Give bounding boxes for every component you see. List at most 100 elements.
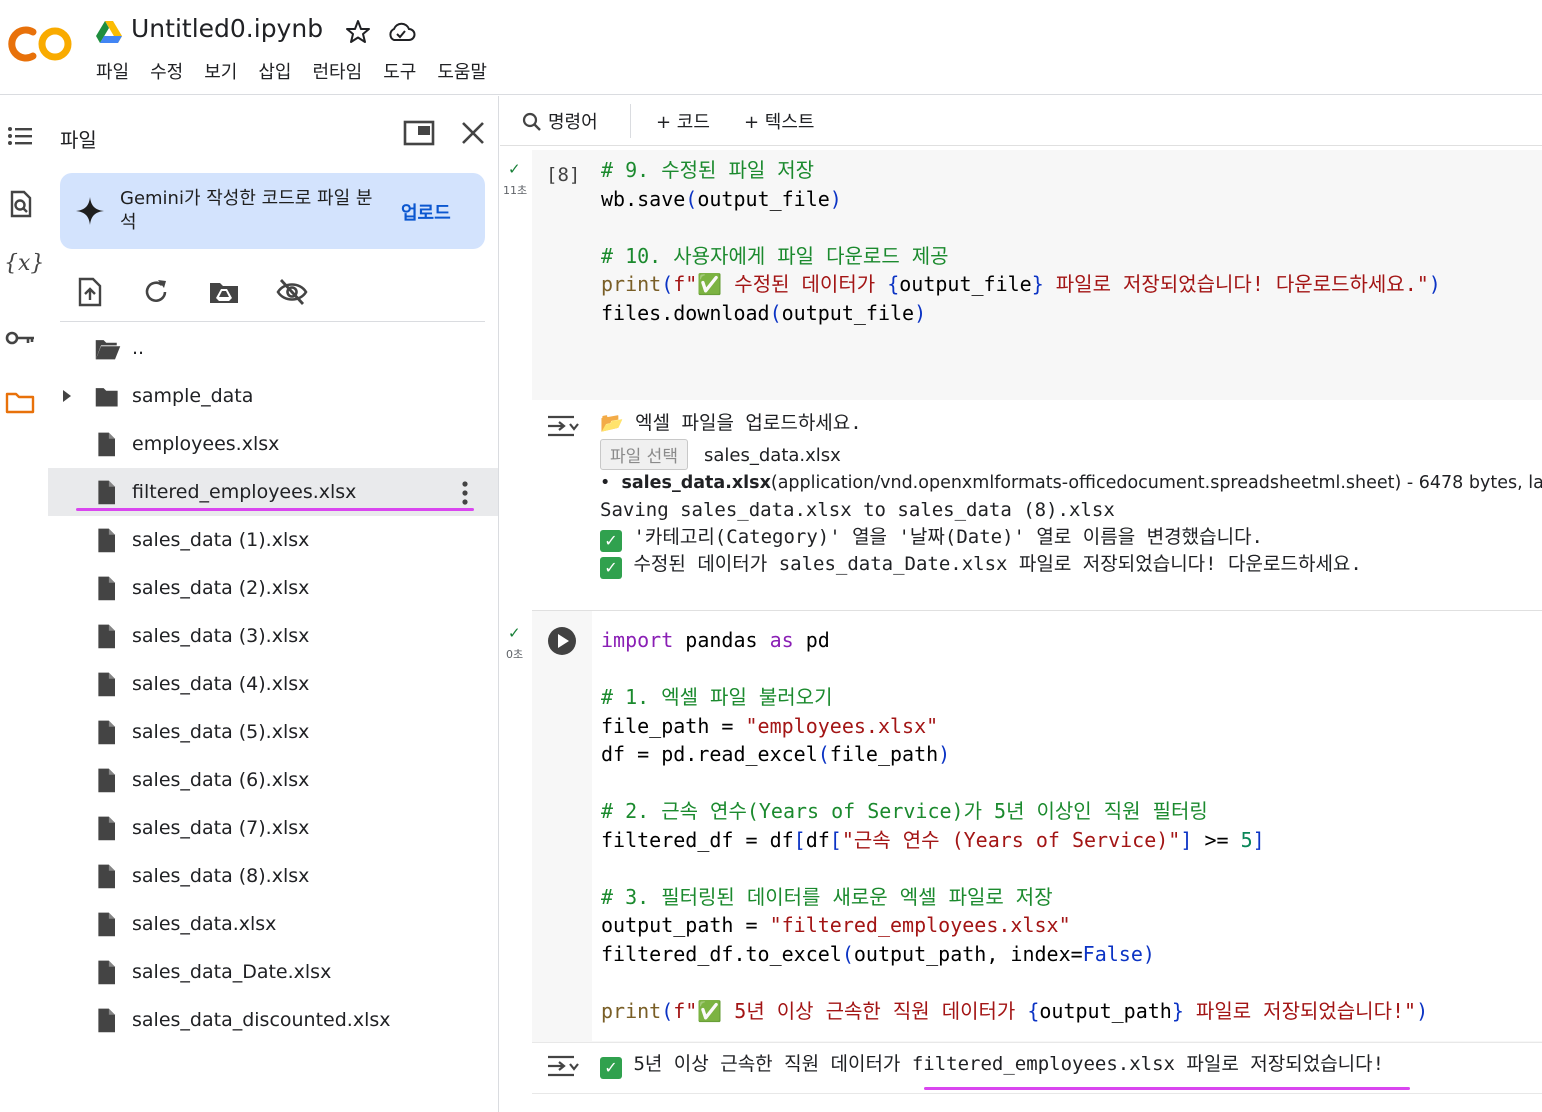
commands-button[interactable]: 명령어 (548, 108, 598, 134)
code-string: f"✅ 5년 이상 근속한 직원 데이터가 (673, 998, 1028, 1023)
code-token: wb.save (601, 186, 686, 211)
mount-drive-icon[interactable] (208, 276, 240, 308)
code-token: ) (938, 742, 951, 766)
file-item[interactable]: employees.xlsx (48, 420, 498, 468)
file-item[interactable]: sales_data (3).xlsx (48, 612, 498, 660)
star-icon[interactable] (344, 18, 372, 46)
menu-tools[interactable]: 도구 (383, 58, 416, 84)
code-token: ( (685, 186, 698, 211)
menu-edit[interactable]: 수정 (150, 58, 183, 84)
file-item[interactable]: sales_data.xlsx (48, 900, 498, 948)
cell-1-output-line: Saving sales_data.xlsx to sales_data (8)… (600, 499, 1115, 521)
cell-1-code[interactable]: # 9. 수정된 파일 저장 wb.save(output_file) # 10… (601, 156, 1441, 327)
code-string: 파일로 저장되었습니다! 다운로드하세요." (1043, 272, 1429, 296)
file-item[interactable]: sales_data (4).xlsx (48, 660, 498, 708)
run-cell-button[interactable] (547, 626, 577, 656)
code-comment: # 3. 필터링된 데이터를 새로운 엑셀 파일로 저장 (601, 884, 1053, 909)
file-name: sales_data (8).xlsx (132, 865, 310, 887)
folder-item[interactable]: sample_data (48, 372, 498, 420)
toolbar-divider (630, 104, 631, 138)
code-token: files.download (601, 300, 770, 325)
file-item[interactable]: sales_data_discounted.xlsx (48, 996, 498, 1044)
file-item[interactable]: sales_data_Date.xlsx (48, 948, 498, 996)
gemini-upload-button[interactable]: 업로드 (401, 199, 451, 225)
files-folder-icon[interactable] (4, 386, 36, 418)
add-text-button[interactable]: + 텍스트 (744, 108, 814, 134)
upload-file-icon[interactable] (74, 276, 106, 308)
menu-file[interactable]: 파일 (96, 58, 129, 84)
code-token: >= (1192, 827, 1241, 852)
uploaded-file-info: • sales_data.xlsx(application/vnd.openxm… (600, 473, 1542, 493)
code-token: ) (914, 300, 927, 325)
code-token: ( (841, 941, 854, 966)
output-toggle-icon[interactable] (546, 412, 580, 440)
code-token: } (1031, 272, 1044, 296)
menu-view[interactable]: 보기 (204, 58, 237, 84)
output-toggle-icon[interactable] (546, 1052, 580, 1080)
output-text: 5년 이상 근속한 직원 데이터가 (633, 1053, 912, 1075)
menu-insert[interactable]: 삽입 (258, 58, 291, 84)
new-window-icon[interactable] (403, 120, 435, 146)
add-code-button[interactable]: + 코드 (656, 108, 710, 134)
cell-2-code[interactable]: import pandas as pd # 1. 엑셀 파일 불러오기 file… (601, 626, 1428, 1025)
google-drive-icon[interactable] (96, 20, 122, 44)
choose-file-button[interactable]: 파일 선택 (600, 439, 688, 470)
output-text: 파일로 저장되었습니다! 다운로드하세요. (1007, 553, 1362, 575)
refresh-icon[interactable] (140, 276, 172, 308)
code-token: pandas (673, 628, 770, 652)
code-token: { (1027, 998, 1040, 1023)
code-token: ] (1252, 827, 1265, 852)
check-mark-icon: ✓ (600, 530, 622, 552)
cell-1-exec-time: 11초 (503, 184, 528, 197)
left-icon-rail: {x} (0, 96, 48, 1112)
code-token: } (1171, 998, 1184, 1023)
menu-runtime[interactable]: 런타임 (313, 58, 363, 84)
code-comment: # 9. 수정된 파일 저장 (601, 158, 815, 182)
file-item[interactable]: sales_data (8).xlsx (48, 852, 498, 900)
code-string: "근속 연수 (Years of Service)" (841, 827, 1181, 852)
code-string: 파일로 저장되었습니다!" (1183, 998, 1417, 1023)
selection-highlight-underline (76, 508, 474, 511)
uploaded-file-meta: (application/vnd.openxmlformats-officedo… (770, 473, 1542, 493)
code-token: df = pd.read_excel (601, 742, 818, 766)
file-item[interactable]: sales_data (6).xlsx (48, 756, 498, 804)
code-comment: # 1. 엑셀 파일 불러오기 (601, 685, 833, 709)
code-token: file_path = (601, 713, 746, 738)
expand-arrow-icon[interactable] (62, 389, 72, 403)
folder-item[interactable]: .. (48, 324, 498, 372)
file-icon (98, 672, 115, 697)
hide-files-icon[interactable] (276, 276, 308, 308)
gemini-sparkle-icon (76, 197, 104, 225)
notebook-title[interactable]: Untitled0.ipynb (131, 14, 323, 43)
secrets-key-icon[interactable] (4, 322, 36, 354)
file-item[interactable]: sales_data (7).xlsx (48, 804, 498, 852)
file-item[interactable]: sales_data (1).xlsx (48, 516, 498, 564)
output-highlight-underline (924, 1087, 1410, 1090)
menu-help[interactable]: 도움말 (437, 58, 487, 84)
file-toolbar (60, 270, 485, 322)
find-replace-icon[interactable] (4, 188, 36, 220)
output-filename: sales_data_Date.xlsx (778, 553, 1008, 575)
cell-2-exec-time: 0초 (506, 648, 524, 661)
cell-2-success-icon: ✓ (508, 624, 521, 642)
code-token: filtered_df = df (601, 827, 794, 852)
cloud-saved-icon[interactable] (386, 18, 416, 46)
search-icon[interactable] (522, 112, 542, 132)
file-item[interactable]: sales_data (5).xlsx (48, 708, 498, 756)
file-name: sales_data (7).xlsx (132, 817, 310, 839)
code-token: { (887, 272, 900, 296)
gemini-upload-banner: Gemini가 작성한 코드로 파일 분석 업로드 (60, 173, 485, 249)
code-keyword: import (601, 628, 674, 652)
close-icon[interactable] (458, 118, 488, 148)
file-icon (98, 864, 115, 889)
code-comment: # 10. 사용자에게 파일 다운로드 제공 (601, 243, 949, 268)
more-options-icon[interactable] (461, 480, 469, 506)
file-name: sales_data_discounted.xlsx (132, 1009, 391, 1031)
variables-icon[interactable]: {x} (4, 251, 44, 283)
file-name: .. (132, 337, 145, 359)
check-mark-icon: ✓ (600, 557, 622, 579)
file-item[interactable]: sales_data (2).xlsx (48, 564, 498, 612)
colab-logo[interactable] (8, 24, 76, 64)
table-of-contents-icon[interactable] (4, 120, 36, 152)
output-text: 파일로 저장되었습니다! (1174, 1053, 1385, 1075)
